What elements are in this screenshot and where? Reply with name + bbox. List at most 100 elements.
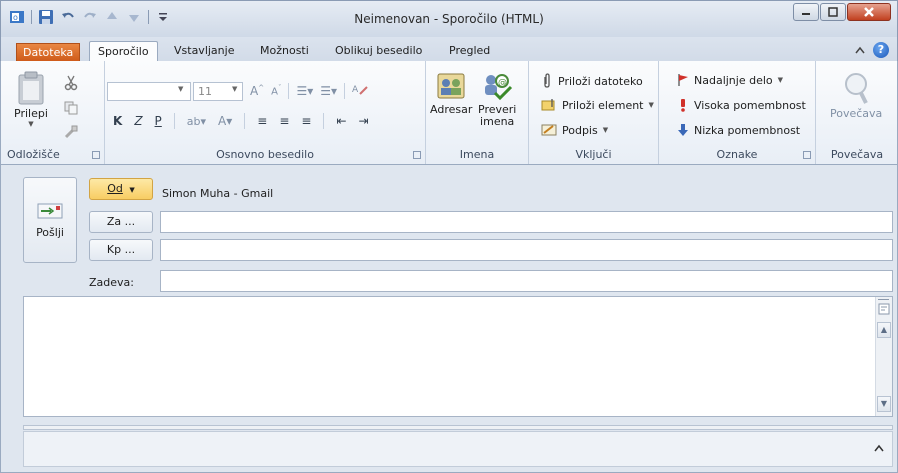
group-clipboard: Prilepi ▼ Odložišče xyxy=(1,61,105,164)
maximize-icon[interactable] xyxy=(820,3,846,21)
tab-insert[interactable]: Vstavljanje xyxy=(166,41,242,61)
from-button[interactable]: Od ▼ xyxy=(89,178,153,200)
font-name-dropdown-icon[interactable]: ▼ xyxy=(178,85,183,93)
ribbon: Prilepi ▼ Odložišče ▼ 11 ▼ A^ Aˇ ☰▾ ☰▾ A xyxy=(0,61,898,165)
paste-label: Prilepi xyxy=(14,107,48,120)
scroll-up-arrow[interactable]: ▲ xyxy=(877,322,891,338)
align-left-icon[interactable]: ≡ xyxy=(257,114,267,128)
signature-icon xyxy=(541,123,557,137)
tab-file[interactable]: Datoteka xyxy=(16,43,81,61)
separator xyxy=(344,82,345,99)
follow-up-dropdown-icon: ▼ xyxy=(777,76,784,84)
decrease-indent-icon[interactable]: ⇤ xyxy=(336,114,346,128)
tags-group-label: Oznake xyxy=(716,148,758,161)
follow-up-button[interactable]: Nadaljnje delo ▼ xyxy=(677,73,783,87)
check-names-button[interactable]: @ Preveri imena xyxy=(478,71,516,128)
separator xyxy=(288,82,290,99)
body-vertical-scrollbar[interactable]: ▲ ▼ xyxy=(875,297,892,416)
message-body[interactable]: ▲ ▼ xyxy=(23,296,893,417)
signature-dropdown-icon: ▼ xyxy=(602,126,609,134)
close-icon[interactable] xyxy=(847,3,891,21)
underline-button[interactable]: P xyxy=(155,114,162,128)
help-icon[interactable]: ? xyxy=(873,42,889,58)
check-names-label-line2: imena xyxy=(480,115,515,128)
bold-button[interactable]: K xyxy=(113,114,122,128)
cc-field[interactable] xyxy=(160,239,893,261)
tab-format-text[interactable]: Oblikuj besedilo xyxy=(327,41,430,61)
send-label: Pošlji xyxy=(36,225,64,239)
tab-message[interactable]: Sporočilo xyxy=(89,41,158,62)
increase-indent-icon[interactable]: ⇥ xyxy=(359,114,369,128)
paste-icon xyxy=(17,71,45,105)
zoom-button-label: Povečava xyxy=(830,107,883,120)
basic-text-launcher-icon[interactable] xyxy=(413,151,421,159)
high-importance-button[interactable]: Visoka pomembnost xyxy=(677,98,806,112)
follow-up-label: Nadaljnje delo xyxy=(694,73,773,87)
svg-text:@: @ xyxy=(498,78,507,88)
font-color-icon[interactable]: A▾ xyxy=(218,114,232,128)
high-importance-icon xyxy=(677,98,689,112)
expand-people-pane-icon[interactable] xyxy=(874,444,884,455)
ribbon-right-controls: ? xyxy=(855,42,889,58)
shrink-font-icon[interactable]: Aˇ xyxy=(271,84,281,97)
low-importance-button[interactable]: Nizka pomembnost xyxy=(677,123,800,137)
highlight-icon[interactable]: ab▾ xyxy=(187,115,206,128)
basic-text-group-label: Osnovno besedilo xyxy=(216,148,314,161)
ruler-icon[interactable] xyxy=(878,303,890,318)
attach-item-label: Priloži element xyxy=(562,98,644,112)
subject-label: Zadeva: xyxy=(89,276,134,289)
address-book-icon xyxy=(436,71,466,101)
include-group-label: Vključi xyxy=(575,148,612,161)
separator xyxy=(323,113,325,129)
low-importance-label: Nizka pomembnost xyxy=(694,123,801,137)
font-size-dropdown-icon[interactable]: ▼ xyxy=(232,85,237,93)
separator xyxy=(244,113,246,129)
attach-file-button[interactable]: Priloži datoteko xyxy=(541,73,643,89)
clipboard-group-label: Odložišče xyxy=(7,148,60,161)
copy-icon[interactable] xyxy=(64,101,78,115)
minimize-icon[interactable] xyxy=(793,3,819,21)
address-book-label: Adresar xyxy=(430,103,473,116)
numbering-icon[interactable]: ☰▾ xyxy=(320,84,337,98)
to-button[interactable]: Za ... xyxy=(89,211,153,233)
signature-label: Podpis xyxy=(562,123,598,137)
ribbon-tabs: Datoteka Sporočilo Vstavljanje Možnosti … xyxy=(0,37,898,62)
attach-item-icon xyxy=(541,98,557,112)
align-right-icon[interactable]: ≡ xyxy=(301,114,311,128)
people-pane-splitter[interactable] xyxy=(23,425,893,430)
align-center-icon[interactable]: ≡ xyxy=(279,114,289,128)
signature-button[interactable]: Podpis ▼ xyxy=(541,123,608,137)
clear-formatting-icon[interactable]: A xyxy=(352,82,368,99)
font-format-row-2: K Z P ab▾ A▾ ≡ ≡ ≡ ⇤ ⇥ xyxy=(113,113,369,129)
tab-options[interactable]: Možnosti xyxy=(252,41,317,61)
italic-button[interactable]: Z xyxy=(134,114,142,128)
from-button-label: Od xyxy=(107,182,123,195)
to-field[interactable] xyxy=(160,211,893,233)
cut-icon[interactable] xyxy=(64,75,78,91)
address-book-button[interactable]: Adresar xyxy=(430,71,472,116)
format-painter-icon[interactable] xyxy=(64,125,78,139)
flag-icon xyxy=(677,73,689,87)
from-account-value: Simon Muha - Gmail xyxy=(162,187,274,200)
attach-item-button[interactable]: Priloži element ▼ xyxy=(541,98,654,112)
tags-launcher-icon[interactable] xyxy=(803,151,811,159)
attach-file-label: Priloži datoteko xyxy=(558,74,643,88)
clipboard-launcher-icon[interactable] xyxy=(92,151,100,159)
send-button[interactable]: Pošlji xyxy=(23,177,77,263)
title-bar: o Neimenovan - Sporočilo (HTML) xyxy=(0,0,898,37)
names-group-label: Imena xyxy=(459,148,495,161)
group-tags: Nadaljnje delo ▼ Visoka pomembnost Nizka… xyxy=(659,61,816,164)
tab-review[interactable]: Pregled xyxy=(441,41,498,61)
zoom-button[interactable]: Povečava xyxy=(830,71,882,120)
window-title: Neimenovan - Sporočilo (HTML) xyxy=(354,12,544,26)
font-format-row-1: A^ Aˇ ☰▾ ☰▾ A xyxy=(250,82,368,99)
minimize-ribbon-icon[interactable] xyxy=(855,44,865,57)
scroll-down-arrow[interactable]: ▼ xyxy=(877,396,891,412)
bullets-icon[interactable]: ☰▾ xyxy=(296,84,313,98)
grow-font-icon[interactable]: A^ xyxy=(250,84,264,98)
paste-dropdown-icon[interactable]: ▼ xyxy=(28,120,33,128)
cc-button[interactable]: Kp ... xyxy=(89,239,153,261)
paste-button[interactable]: Prilepi ▼ xyxy=(14,71,48,128)
send-envelope-icon xyxy=(37,202,63,220)
subject-field[interactable] xyxy=(160,270,893,292)
